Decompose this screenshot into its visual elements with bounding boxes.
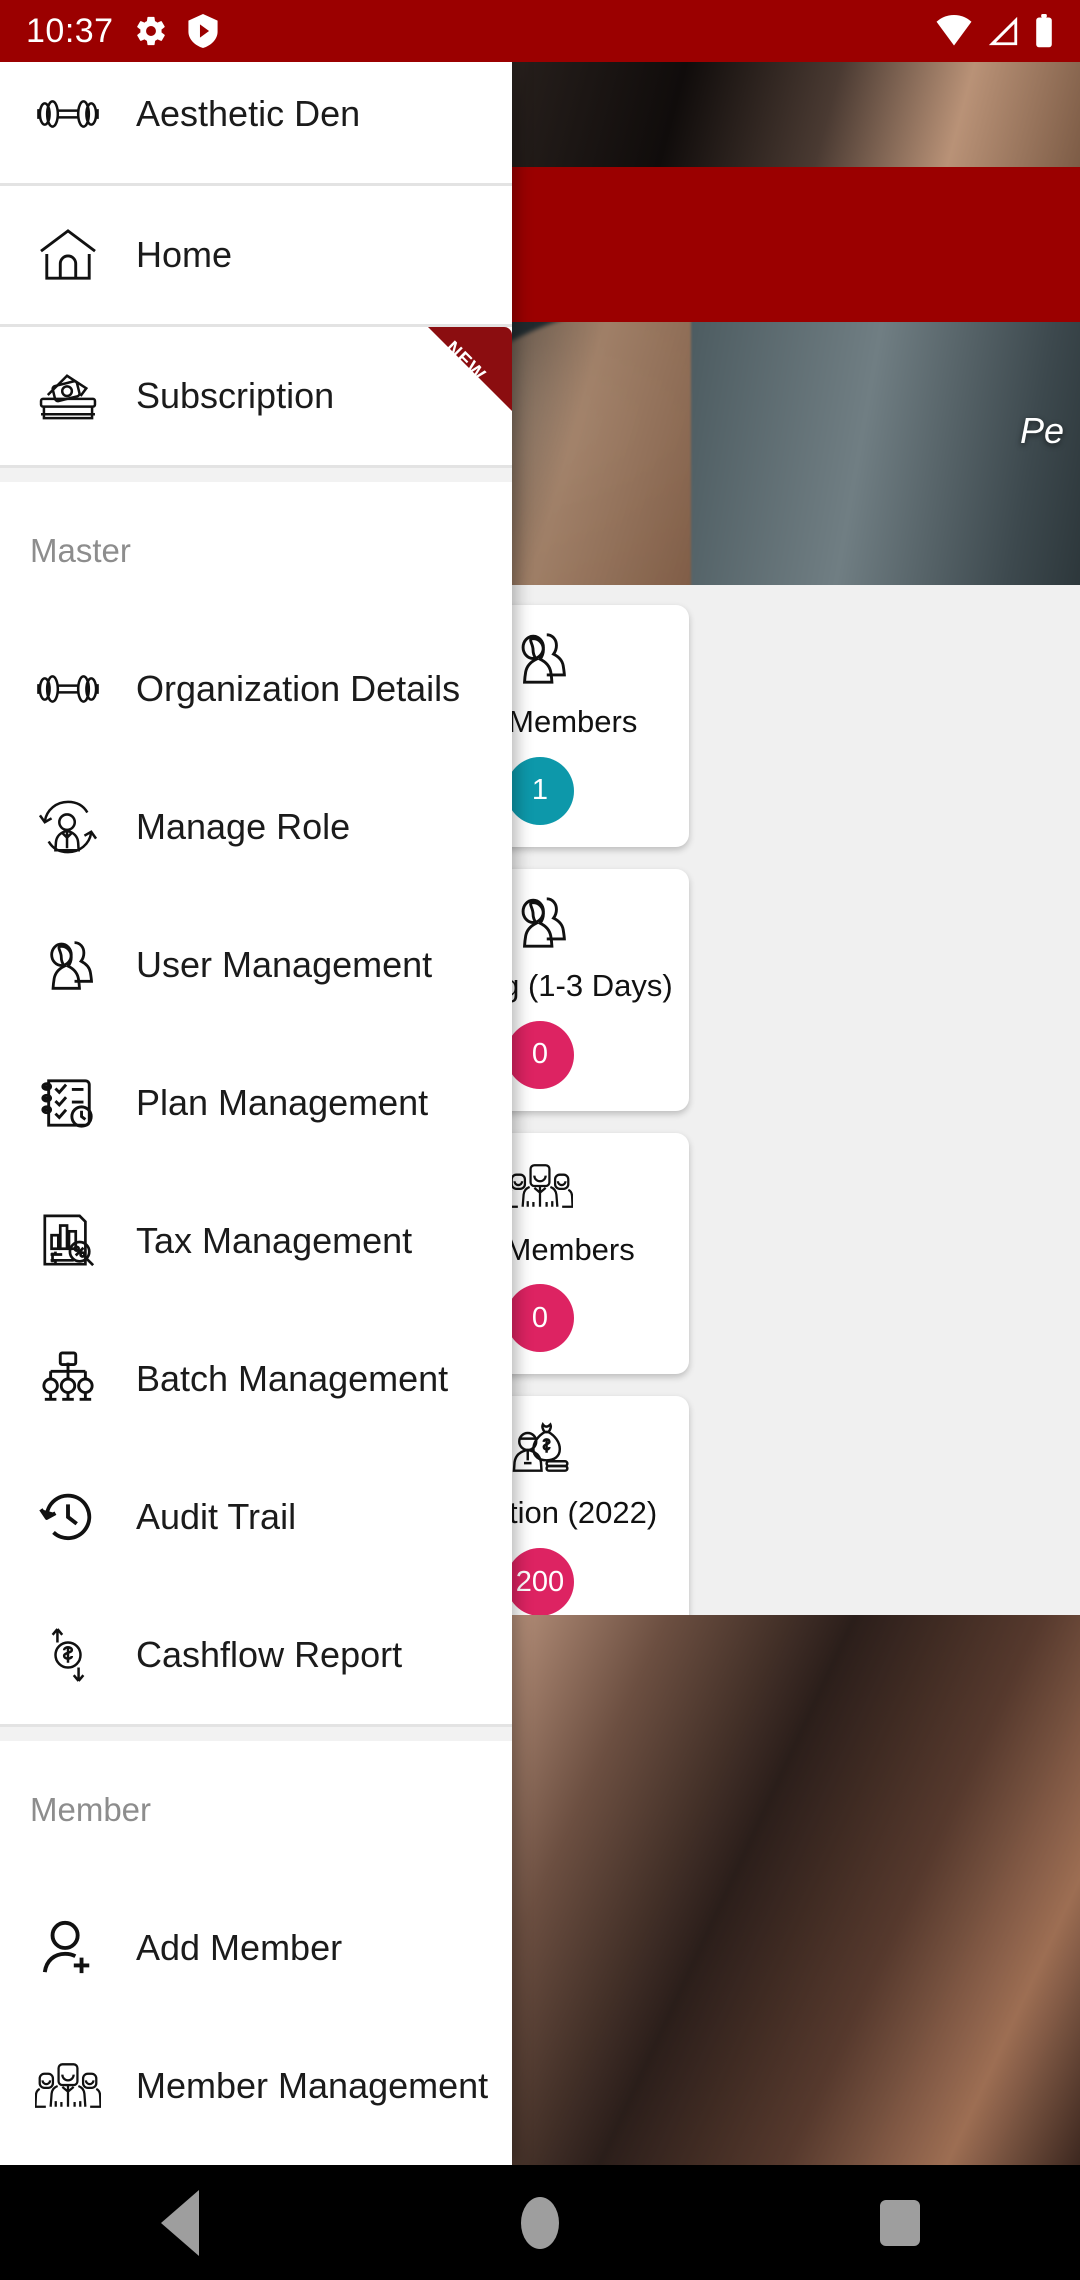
drawer-item-audit-trail[interactable]: Audit Trail: [0, 1448, 512, 1586]
stat-card-value: 1: [531, 774, 549, 807]
status-bar: 10:37: [0, 0, 1080, 62]
dumbbell-icon: [30, 96, 106, 132]
section-gap: [0, 468, 512, 482]
drawer-header-aesthetic-den[interactable]: Aesthetic Den: [0, 45, 512, 183]
drawer-item-tax-management[interactable]: Tax Management: [0, 1172, 512, 1310]
status-bar-left: 10:37: [26, 12, 218, 51]
drawer-item-freeze-request[interactable]: Freeze Request: [0, 2155, 512, 2165]
add-user-icon: [30, 1919, 106, 1977]
drawer-item-label: User Management: [136, 944, 433, 985]
nav-home-button[interactable]: [460, 2165, 620, 2280]
home-icon: [30, 228, 106, 282]
batch-hierarchy-icon: [30, 1351, 106, 1407]
drawer-item-label: Organization Details: [136, 668, 461, 709]
manage-role-icon: [30, 798, 106, 856]
drawer-item-label: Plan Management: [136, 1082, 429, 1123]
status-bar-clock: 10:37: [26, 11, 114, 50]
history-clock-icon: [30, 1488, 106, 1546]
circle-home-icon: [521, 2196, 559, 2249]
checklist-clock-icon: [30, 1074, 106, 1132]
navigation-drawer: Aesthetic Den Home Subscription NEW Mast…: [0, 45, 512, 2165]
drawer-item-batch-management[interactable]: Batch Management: [0, 1310, 512, 1448]
stat-card-badge: 1: [506, 756, 574, 825]
drawer-section-member: Member: [30, 1791, 152, 1828]
hero-photo-shirt: [691, 322, 1080, 585]
play-badge-icon: [188, 14, 218, 48]
cashflow-icon: [30, 1625, 106, 1685]
triangle-back-icon: [161, 2189, 199, 2256]
drawer-item-label: Batch Management: [136, 1358, 449, 1399]
drawer-item-cashflow-report[interactable]: Cashflow Report: [0, 1586, 512, 1724]
drawer-item-label: Manage Role: [136, 806, 351, 847]
square-recents-icon: [880, 2199, 920, 2246]
users-icon: [30, 937, 106, 993]
dumbbell-icon: [30, 671, 106, 707]
new-badge: NEW: [428, 327, 512, 411]
drawer-item-label: Tax Management: [136, 1220, 413, 1261]
nav-recents-button[interactable]: [820, 2165, 980, 2280]
drawer-section-master: Master: [30, 532, 131, 569]
stat-card-badge: 0: [506, 1284, 574, 1353]
section-gap: [0, 1727, 512, 1741]
drawer-item-manage-role[interactable]: Manage Role: [0, 758, 512, 896]
drawer-item-label: Subscription: [136, 375, 335, 416]
wallet-cash-icon: [30, 370, 106, 422]
status-bar-right: [936, 14, 1054, 48]
phone-screen: 10:37 Pe Live Members 1 Expiring (1-3 Da…: [0, 0, 1080, 2280]
stat-card-badge: 200: [506, 1548, 574, 1617]
gear-icon: [136, 16, 165, 46]
wifi-icon: [936, 15, 972, 46]
drawer-header-label: Aesthetic Den: [136, 93, 361, 134]
people-group-icon: [507, 1155, 573, 1217]
money-bag-icon: [507, 1418, 573, 1480]
stat-card-value: 0: [531, 1301, 549, 1334]
drawer-item-subscription[interactable]: Subscription NEW: [0, 327, 512, 465]
drawer-item-label: Home: [136, 234, 233, 275]
hero-caption: Pe: [1019, 410, 1064, 451]
drawer-item-home[interactable]: Home: [0, 186, 512, 324]
stat-card-value: 200: [515, 1565, 565, 1598]
drawer-item-add-member[interactable]: Add Member: [0, 1879, 512, 2017]
drawer-item-member-management[interactable]: Member Management: [0, 2017, 512, 2155]
battery-icon: [1036, 14, 1052, 48]
users-icon: [509, 627, 571, 689]
drawer-item-label: Member Management: [136, 2065, 489, 2106]
system-navigation-bar: [0, 2165, 1080, 2280]
stat-card-badge: 0: [506, 1020, 574, 1089]
tax-report-icon: [30, 1212, 106, 1270]
nav-back-button[interactable]: [100, 2165, 260, 2280]
drawer-item-label: Cashflow Report: [136, 1634, 403, 1675]
drawer-item-label: Add Member: [136, 1927, 343, 1968]
drawer-item-plan-management[interactable]: Plan Management: [0, 1034, 512, 1172]
people-group-icon: [30, 2061, 106, 2111]
drawer-item-organization-details[interactable]: Organization Details: [0, 620, 512, 758]
users-icon: [509, 891, 571, 953]
drawer-item-user-management[interactable]: User Management: [0, 896, 512, 1034]
signal-icon: [988, 16, 1018, 46]
stat-card-value: 0: [531, 1038, 549, 1071]
drawer-item-label: Audit Trail: [136, 1496, 297, 1537]
